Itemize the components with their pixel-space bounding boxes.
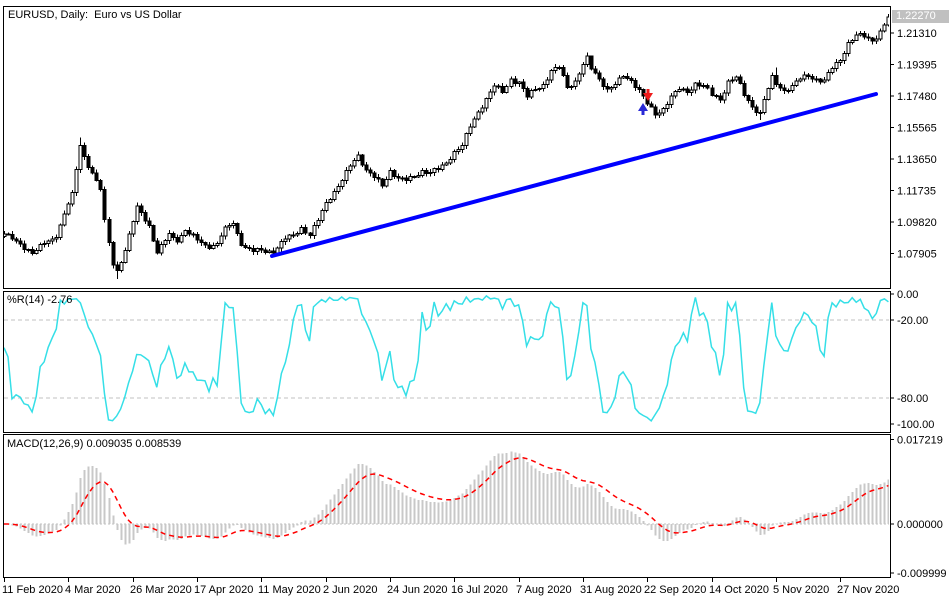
macd-indicator-label: MACD(12,26,9) 0.009035 0.008539 [7, 438, 182, 450]
price-axis-label: 1.17480 [897, 91, 937, 103]
date-label: 7 Aug 2020 [516, 584, 572, 596]
chart-canvas[interactable]: 1.21310 1.19395 1.17480 1.15565 1.13650 1.117… [0, 0, 950, 600]
macd-axis-label: -0.009999 [897, 568, 947, 580]
price-axis-label: 1.19395 [897, 60, 937, 72]
chart-window: 1.21310 1.19395 1.17480 1.15565 1.13650 1.117… [0, 0, 950, 600]
date-label: 11 May 2020 [258, 584, 321, 596]
chart-title: EURUSD, Daily: Euro vs US Dollar [8, 9, 182, 21]
date-label: 14 Oct 2020 [709, 584, 769, 596]
date-label: 31 Aug 2020 [580, 584, 642, 596]
wpr-panel-border [3, 291, 891, 433]
wpr-axis-label: -80.00 [897, 393, 928, 405]
main-panel-border [3, 6, 891, 289]
date-label: 4 Mar 2020 [65, 584, 121, 596]
wpr-axis-label: -100.00 [897, 419, 934, 431]
date-label: 17 Apr 2020 [194, 584, 253, 596]
price-axis-label: 1.11735 [897, 186, 936, 198]
trendline[interactable] [270, 92, 878, 258]
wpr-line [4, 294, 889, 423]
date-label: 5 Nov 2020 [773, 584, 829, 596]
wpr-axis-label: 0.00 [897, 289, 918, 301]
date-label: 22 Sep 2020 [644, 584, 706, 596]
buy-arrow-icon[interactable] [638, 103, 648, 115]
price-axis-label: 1.13650 [897, 154, 937, 166]
date-label: 26 Mar 2020 [130, 584, 192, 596]
macd-axis-label: 0.017219 [897, 435, 943, 447]
date-label: 11 Feb 2020 [2, 584, 63, 596]
date-label: 2 Jun 2020 [323, 584, 377, 596]
macd-histogram [7, 451, 889, 545]
price-axis-label: 1.15565 [897, 123, 937, 135]
macd-axis-label: 0.000000 [897, 519, 943, 531]
date-axis[interactable]: 11 Feb 2020 4 Mar 2020 26 Mar 2020 17 Apr 2… [2, 577, 899, 597]
price-axis-label: 1.21310 [897, 28, 937, 40]
price-axis-label: 1.09820 [897, 217, 937, 229]
date-label: 24 Jun 2020 [387, 584, 448, 596]
wpr-indicator-label: %R(14) -2.76 [7, 294, 73, 306]
candles-layer [4, 13, 889, 279]
wpr-axis-label: -20.00 [897, 315, 928, 327]
date-label: 16 Jul 2020 [451, 584, 508, 596]
price-axis-label: 1.07905 [897, 249, 937, 261]
current-price-badge: 1.22270 [892, 10, 949, 23]
date-label: 27 Nov 2020 [837, 584, 899, 596]
